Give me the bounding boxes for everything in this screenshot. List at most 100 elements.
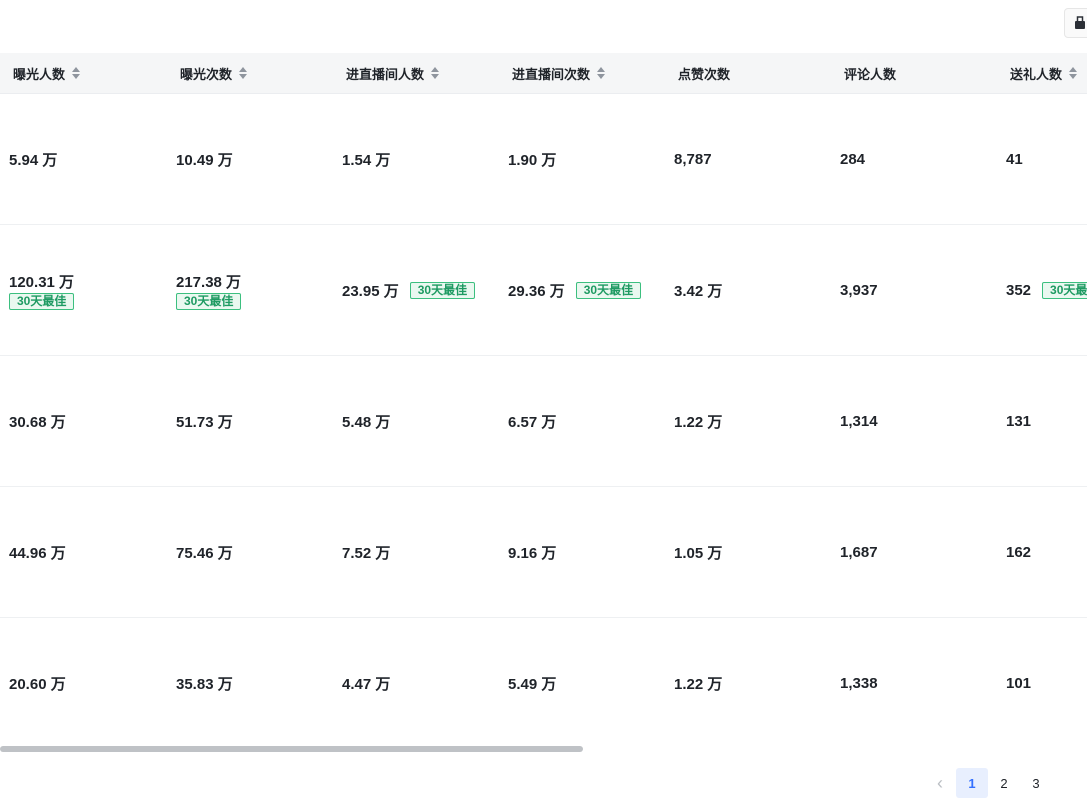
cell-value: 162 [1006, 543, 1032, 561]
cell-value: 8,787 [674, 150, 712, 168]
cell-value: 41 [1006, 150, 1023, 168]
table-cell: 162 [1006, 487, 1031, 617]
column-header[interactable]: 送礼人数 [1010, 53, 1078, 93]
table-row: 120.31 万 30天最佳 217.38 万 30天最佳 23.95 万 30天最佳 29… [0, 225, 1087, 356]
table-row: 30.68 万 51.73 万 5.48 万 6.57 万 1.22 万 1,314 131 [0, 356, 1087, 487]
cell-value: 6.57 万 [508, 413, 557, 431]
table-cell: 8,787 [674, 94, 712, 224]
cell-value: 1,338 [840, 674, 878, 692]
table-cell: 1.90 万 [508, 94, 556, 224]
table-cell: 6.57 万 [508, 356, 556, 486]
cell-value: 30.68 万 [9, 413, 66, 431]
table-cell: 1,314 [840, 356, 878, 486]
table-cell: 3,937 [840, 225, 878, 355]
cell-value: 1.90 万 [508, 151, 557, 169]
cell-value: 131 [1006, 412, 1032, 430]
cell-value: 101 [1006, 674, 1032, 692]
best-30-days-badge: 30天最佳 [9, 292, 75, 310]
table-row: 44.96 万 75.46 万 7.52 万 9.16 万 1.05 万 1,687 162 [0, 487, 1087, 618]
table-cell: 7.52 万 [342, 487, 390, 617]
pagination: ‹ 1 2 3 [924, 768, 1052, 798]
table-cell: 1.22 万 [674, 356, 722, 486]
cell-value: 284 [840, 150, 866, 168]
sort-icon[interactable] [431, 67, 440, 79]
cell-value: 1,314 [840, 412, 878, 430]
table-cell: 1.54 万 [342, 94, 390, 224]
column-header-label: 点赞次数 [678, 66, 731, 82]
cell-value: 7.52 万 [342, 544, 391, 562]
cell-value: 35.83 万 [176, 675, 233, 693]
table-row: 20.60 万 35.83 万 4.47 万 5.49 万 1.22 万 1,338 101 [0, 618, 1087, 749]
cell-value: 10.49 万 [176, 151, 233, 169]
sort-icon[interactable] [597, 67, 606, 79]
column-header: 点赞次数 [678, 53, 730, 93]
table-cell: 1.22 万 [674, 618, 722, 748]
table-cell: 44.96 万 [9, 487, 66, 617]
column-header-label: 进直播间次数 [512, 66, 591, 82]
column-header[interactable]: 曝光次数 [180, 53, 248, 93]
column-header[interactable]: 进直播间次数 [512, 53, 606, 93]
table-cell: 120.31 万 30天最佳 [9, 225, 75, 355]
table-cell: 41 [1006, 94, 1023, 224]
cell-value: 352 [1006, 281, 1032, 299]
table-cell: 5.48 万 [342, 356, 390, 486]
column-header-label: 曝光次数 [180, 66, 233, 82]
column-header-label: 曝光人数 [13, 66, 66, 82]
sort-icon[interactable] [72, 67, 81, 79]
table-cell: 9.16 万 [508, 487, 556, 617]
table-cell: 5.49 万 [508, 618, 556, 748]
cell-value: 29.36 万 [508, 282, 565, 300]
cell-value: 75.46 万 [176, 544, 233, 562]
table-cell: 23.95 万 30天最佳 [342, 225, 476, 355]
cell-value: 1,687 [840, 543, 878, 561]
table-cell: 131 [1006, 356, 1031, 486]
cell-value: 5.48 万 [342, 413, 391, 431]
best-30-days-badge: 30天最佳 [1042, 281, 1087, 299]
cell-value: 5.49 万 [508, 675, 557, 693]
sort-icon[interactable] [1069, 67, 1078, 79]
table-cell: 3.42 万 [674, 225, 722, 355]
table-cell: 29.36 万 30天最佳 [508, 225, 642, 355]
table-cell: 1,338 [840, 618, 878, 748]
table-cell: 51.73 万 [176, 356, 233, 486]
cell-value: 5.94 万 [9, 151, 58, 169]
export-icon[interactable] [1064, 8, 1087, 38]
page-button-3[interactable]: 3 [1020, 768, 1052, 798]
table-header: 曝光人数 曝光次数 进直播间人数 进直播间次数 点赞次数 评论人数 送礼人数 [0, 53, 1087, 94]
table-cell: 20.60 万 [9, 618, 66, 748]
column-header-label: 评论人数 [844, 66, 897, 82]
column-header: 评论人数 [844, 53, 896, 93]
cell-value: 3,937 [840, 281, 878, 299]
column-header-label: 送礼人数 [1010, 66, 1063, 82]
cell-value: 120.31 万 [9, 273, 75, 291]
column-header[interactable]: 曝光人数 [13, 53, 81, 93]
table-row: 5.94 万 10.49 万 1.54 万 1.90 万 8,787 284 41 [0, 94, 1087, 225]
table-cell: 75.46 万 [176, 487, 233, 617]
page-button-2[interactable]: 2 [988, 768, 1020, 798]
table-cell: 30.68 万 [9, 356, 66, 486]
cell-value: 1.54 万 [342, 151, 391, 169]
table-cell: 284 [840, 94, 865, 224]
best-30-days-badge: 30天最佳 [575, 281, 642, 299]
table-cell: 352 30天最佳 [1006, 225, 1087, 355]
cell-value: 217.38 万 [176, 273, 242, 291]
table-cell: 217.38 万 30天最佳 [176, 225, 242, 355]
cell-value: 4.47 万 [342, 675, 391, 693]
table-cell: 101 [1006, 618, 1031, 748]
table-cell: 1,687 [840, 487, 878, 617]
best-30-days-badge: 30天最佳 [176, 292, 242, 310]
cell-value: 1.22 万 [674, 413, 723, 431]
cell-value: 3.42 万 [674, 282, 723, 300]
column-header[interactable]: 进直播间人数 [346, 53, 440, 93]
scrollbar-thumb[interactable] [0, 746, 583, 752]
cell-value: 20.60 万 [9, 675, 66, 693]
cell-value: 1.22 万 [674, 675, 723, 693]
cell-value: 1.05 万 [674, 544, 723, 562]
sort-icon[interactable] [239, 67, 248, 79]
horizontal-scrollbar[interactable] [0, 746, 1087, 752]
table-cell: 35.83 万 [176, 618, 233, 748]
page-button-1[interactable]: 1 [956, 768, 988, 798]
chevron-left-icon[interactable]: ‹ [924, 768, 956, 798]
toolbar [0, 0, 1087, 52]
cell-value: 23.95 万 [342, 282, 399, 300]
